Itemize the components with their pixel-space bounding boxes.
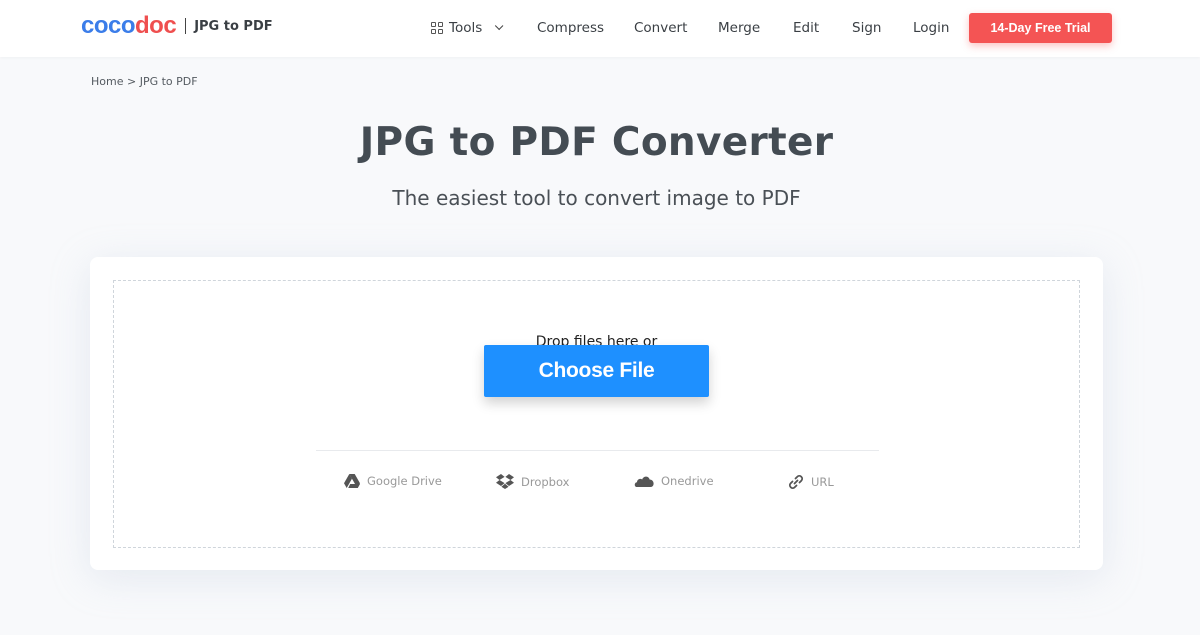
logo-part-doc: doc	[135, 12, 177, 39]
source-onedrive[interactable]: Onedrive	[634, 474, 714, 488]
logo-part-coco: coco	[81, 12, 136, 39]
source-url[interactable]: URL	[788, 474, 834, 490]
logo-separator	[185, 18, 187, 34]
nav-tools[interactable]: Tools	[431, 20, 504, 36]
source-label: URL	[811, 475, 834, 489]
upload-sources: Google Drive Dropbox Onedrive URL	[114, 474, 1079, 498]
page-title: JPG to PDF Converter	[359, 120, 834, 165]
google-drive-icon	[344, 474, 360, 488]
grid-icon	[431, 22, 443, 34]
upload-card: Drop files here or Choose File Google Dr…	[90, 257, 1103, 570]
nav-login[interactable]: Login	[913, 20, 949, 36]
dropbox-icon	[496, 474, 514, 489]
source-google-drive[interactable]: Google Drive	[344, 474, 442, 488]
nav-merge[interactable]: Merge	[718, 20, 760, 36]
logo-wordmark: cocodoc	[81, 12, 177, 40]
nav-tools-label: Tools	[449, 20, 483, 36]
logo[interactable]: cocodoc JPG to PDF	[81, 12, 273, 40]
onedrive-icon	[634, 476, 654, 487]
header: cocodoc JPG to PDF Tools Compress Conver…	[0, 0, 1200, 57]
source-dropbox[interactable]: Dropbox	[496, 474, 569, 490]
page-subtitle: The easiest tool to convert image to PDF	[392, 186, 801, 210]
nav-sign[interactable]: Sign	[852, 20, 881, 36]
nav-compress[interactable]: Compress	[537, 20, 604, 36]
chevron-down-icon	[495, 21, 504, 31]
file-dropzone[interactable]: Drop files here or Choose File Google Dr…	[113, 280, 1080, 548]
logo-subtitle: JPG to PDF	[194, 18, 273, 34]
source-label: Dropbox	[521, 475, 570, 489]
breadcrumb[interactable]: Home > JPG to PDF	[91, 75, 198, 88]
divider	[316, 450, 879, 451]
choose-file-button[interactable]: Choose File	[484, 345, 709, 397]
nav-edit[interactable]: Edit	[793, 20, 819, 36]
source-label: Onedrive	[661, 474, 714, 488]
nav-convert[interactable]: Convert	[634, 20, 687, 36]
free-trial-button[interactable]: 14-Day Free Trial	[969, 13, 1112, 43]
source-label: Google Drive	[367, 474, 442, 488]
link-icon	[788, 474, 804, 490]
